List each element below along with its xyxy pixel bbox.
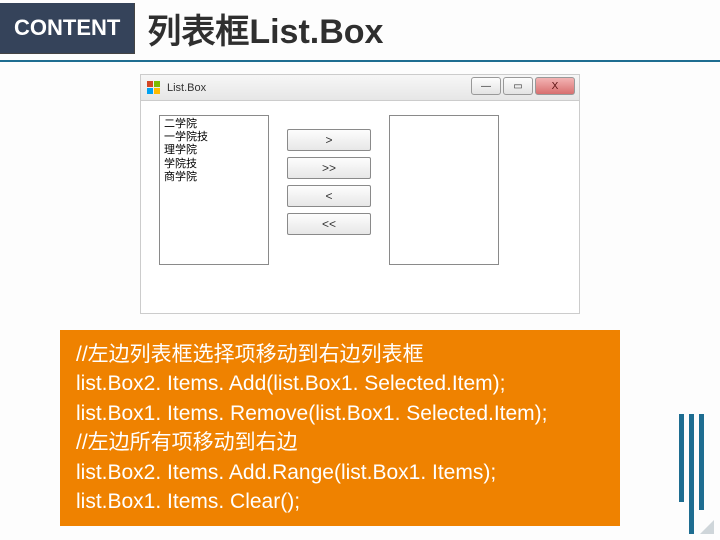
window-titlebar: List.Box — ▭ X — [141, 75, 579, 101]
list-item[interactable]: 理学院 — [164, 144, 264, 157]
list-item[interactable]: 一学院技 — [164, 131, 264, 144]
window-title-text: List.Box — [167, 82, 206, 94]
app-icon — [147, 81, 161, 95]
list-item[interactable]: 二学院 — [164, 118, 264, 131]
code-line: list.Box1. Items. Clear(); — [76, 487, 604, 516]
move-left-button[interactable]: < — [287, 185, 371, 207]
listbox-left[interactable]: 二学院 一学院技 理学院 学院技 商学院 — [159, 115, 269, 265]
header-divider — [0, 60, 720, 62]
move-right-button[interactable]: > — [287, 129, 371, 151]
window-screenshot: List.Box — ▭ X 二学院 一学院技 理学院 学院技 商学院 > >>… — [140, 74, 580, 314]
code-line: list.Box2. Items. Add.Range(list.Box1. I… — [76, 458, 604, 487]
maximize-button[interactable]: ▭ — [503, 77, 533, 95]
code-line: //左边列表框选择项移动到右边列表框 — [76, 340, 604, 369]
code-line: list.Box2. Items. Add(list.Box1. Selecte… — [76, 369, 604, 398]
close-button[interactable]: X — [535, 77, 575, 95]
move-all-right-button[interactable]: >> — [287, 157, 371, 179]
code-line: //左边所有项移动到右边 — [76, 428, 604, 457]
move-all-left-button[interactable]: << — [287, 213, 371, 235]
minimize-button[interactable]: — — [471, 77, 501, 95]
page-fold-icon — [700, 520, 714, 534]
code-line: list.Box1. Items. Remove(list.Box1. Sele… — [76, 399, 604, 428]
listbox-right[interactable] — [389, 115, 499, 265]
list-item[interactable]: 商学院 — [164, 171, 264, 184]
code-sample: //左边列表框选择项移动到右边列表框 list.Box2. Items. Add… — [60, 330, 620, 526]
content-badge: CONTENT — [0, 3, 135, 54]
list-item[interactable]: 学院技 — [164, 158, 264, 171]
page-title: 列表框List.Box — [147, 4, 383, 53]
decorative-stripes — [679, 414, 704, 534]
